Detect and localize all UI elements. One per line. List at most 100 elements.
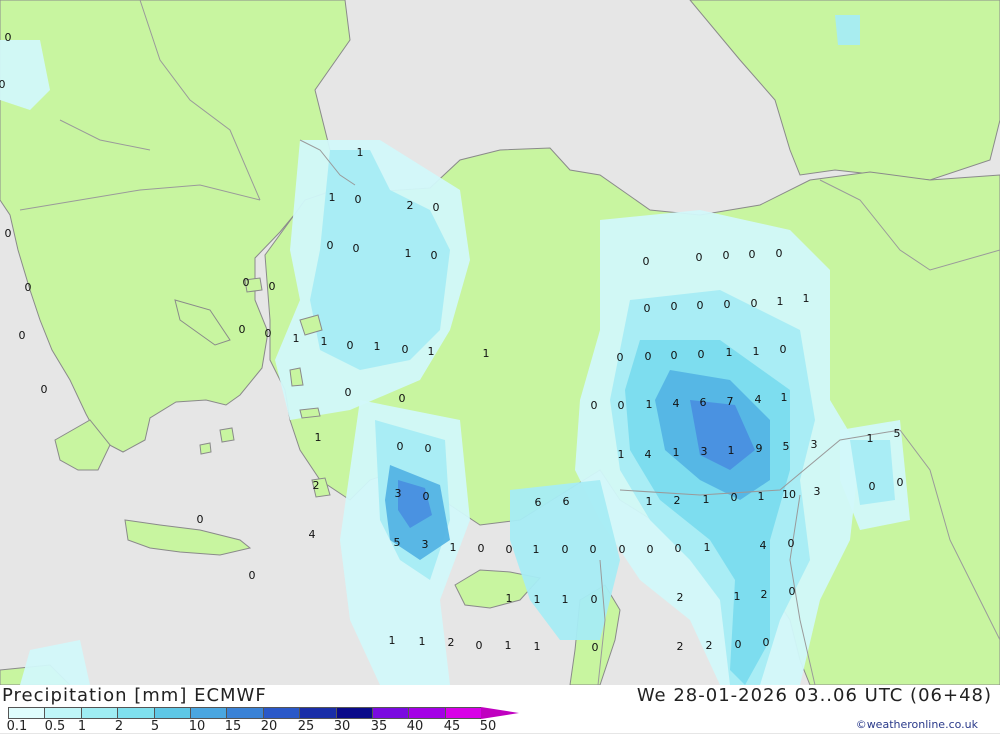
legend-tick-3: 2 <box>114 719 124 734</box>
precip-value-34: 0 <box>671 300 678 313</box>
precip-value-84: 5 <box>394 536 401 549</box>
precip-value-47: 0 <box>591 399 598 412</box>
precip-value-5: 0 <box>41 383 48 396</box>
precip-value-59: 4 <box>645 448 652 461</box>
legend-tick-4: 5 <box>150 719 160 734</box>
legend-swatch-6 <box>226 707 263 719</box>
precip-value-38: 1 <box>777 295 784 308</box>
precip-value-33: 0 <box>644 302 651 315</box>
legend-tick-0: 0.1 <box>6 719 28 734</box>
precip-value-23: 0 <box>402 343 409 356</box>
precip-value-111: 1 <box>505 639 512 652</box>
precip-value-68: 3 <box>395 487 402 500</box>
precip-value-110: 0 <box>476 639 483 652</box>
precip-value-25: 1 <box>483 347 490 360</box>
rain-north-spot <box>835 15 860 45</box>
precip-value-26: 0 <box>345 386 352 399</box>
precip-value-54: 1 <box>781 391 788 404</box>
precip-value-87: 0 <box>478 542 485 555</box>
precip-value-52: 7 <box>727 395 734 408</box>
precip-value-80: 0 <box>897 476 904 489</box>
legend-swatch-10 <box>371 707 409 719</box>
legend-swatch-11 <box>408 707 445 719</box>
precip-value-30: 0 <box>723 249 730 262</box>
precip-value-13: 0 <box>327 239 334 252</box>
precip-value-46: 0 <box>780 343 787 356</box>
precip-value-17: 0 <box>239 323 246 336</box>
precip-value-67: 5 <box>894 427 901 440</box>
precip-value-22: 1 <box>374 340 381 353</box>
precip-value-63: 9 <box>756 442 763 455</box>
precip-value-77: 10 <box>782 488 796 501</box>
legend-tick-12: 45 <box>443 719 461 734</box>
precip-value-70: 6 <box>563 495 570 508</box>
legend-tick-7: 20 <box>260 719 278 734</box>
legend-tick-8: 25 <box>297 719 315 734</box>
precip-value-29: 0 <box>696 251 703 264</box>
precip-value-75: 0 <box>731 491 738 504</box>
island-samos <box>299 407 321 419</box>
precip-value-95: 1 <box>704 541 711 554</box>
precip-value-48: 0 <box>618 399 625 412</box>
precip-value-3: 0 <box>25 281 32 294</box>
precip-value-32: 0 <box>776 247 783 260</box>
precip-value-101: 1 <box>562 593 569 606</box>
precip-value-18: 0 <box>265 327 272 340</box>
precip-value-21: 0 <box>347 339 354 352</box>
legend-swatch-9 <box>335 707 372 719</box>
legend-tick-11: 40 <box>406 719 424 734</box>
island-naxos <box>219 427 235 443</box>
precip-value-117: 0 <box>763 636 770 649</box>
precip-value-94: 0 <box>675 542 682 555</box>
credit-link[interactable]: ©weatheronline.co.uk <box>856 718 978 731</box>
legend-swatch-5 <box>189 707 227 719</box>
precip-value-65: 3 <box>811 438 818 451</box>
precip-value-10: 0 <box>355 193 362 206</box>
precip-value-66: 1 <box>867 432 874 445</box>
precip-value-27: 0 <box>399 392 406 405</box>
precip-value-45: 1 <box>753 345 760 358</box>
precip-value-2: 0 <box>5 227 12 240</box>
legend-tick-1: 0.5 <box>44 719 66 734</box>
precip-value-78: 3 <box>814 485 821 498</box>
precip-value-15: 1 <box>405 247 412 260</box>
precip-value-103: 2 <box>677 591 684 604</box>
precip-value-83: 4 <box>309 528 316 541</box>
legend-ticks: 0.1 0.5 1 2 5 10 15 20 25 30 35 40 45 50 <box>0 719 560 734</box>
precip-value-72: 1 <box>646 495 653 508</box>
legend-tick-6: 15 <box>224 719 242 734</box>
island-paros <box>199 442 212 455</box>
legend-swatch-2 <box>80 707 118 719</box>
precip-value-56: 0 <box>397 440 404 453</box>
precip-value-115: 2 <box>706 639 713 652</box>
precip-value-116: 0 <box>735 638 742 651</box>
precip-value-91: 0 <box>590 543 597 556</box>
legend-tick-5: 10 <box>188 719 206 734</box>
legend-swatch-3 <box>117 707 154 719</box>
precip-value-107: 1 <box>389 634 396 647</box>
precip-value-42: 0 <box>671 349 678 362</box>
precip-value-51: 6 <box>700 396 707 409</box>
precip-value-53: 4 <box>755 393 762 406</box>
precip-value-37: 0 <box>751 297 758 310</box>
precip-value-112: 1 <box>534 640 541 653</box>
precip-value-4: 0 <box>19 329 26 342</box>
precip-value-12: 0 <box>433 201 440 214</box>
legend-swatch-8 <box>299 707 336 719</box>
legend-swatch-7 <box>262 707 300 719</box>
legend-swatch-0 <box>8 707 45 719</box>
precip-value-98: 0 <box>249 569 256 582</box>
precip-value-64: 5 <box>783 440 790 453</box>
precip-value-58: 1 <box>618 448 625 461</box>
precip-value-36: 0 <box>724 298 731 311</box>
precip-value-93: 0 <box>647 543 654 556</box>
legend-tick-2: 1 <box>77 719 87 734</box>
precip-value-44: 1 <box>726 346 733 359</box>
valid-datetime: We 28-01-2026 03..06 UTC (06+48) <box>636 685 992 706</box>
legend-swatch-12 <box>444 707 482 719</box>
precip-value-61: 3 <box>701 445 708 458</box>
precip-value-19: 1 <box>293 332 300 345</box>
legend-swatch-1 <box>44 707 81 719</box>
precip-value-90: 0 <box>562 543 569 556</box>
legend-tick-9: 30 <box>333 719 351 734</box>
